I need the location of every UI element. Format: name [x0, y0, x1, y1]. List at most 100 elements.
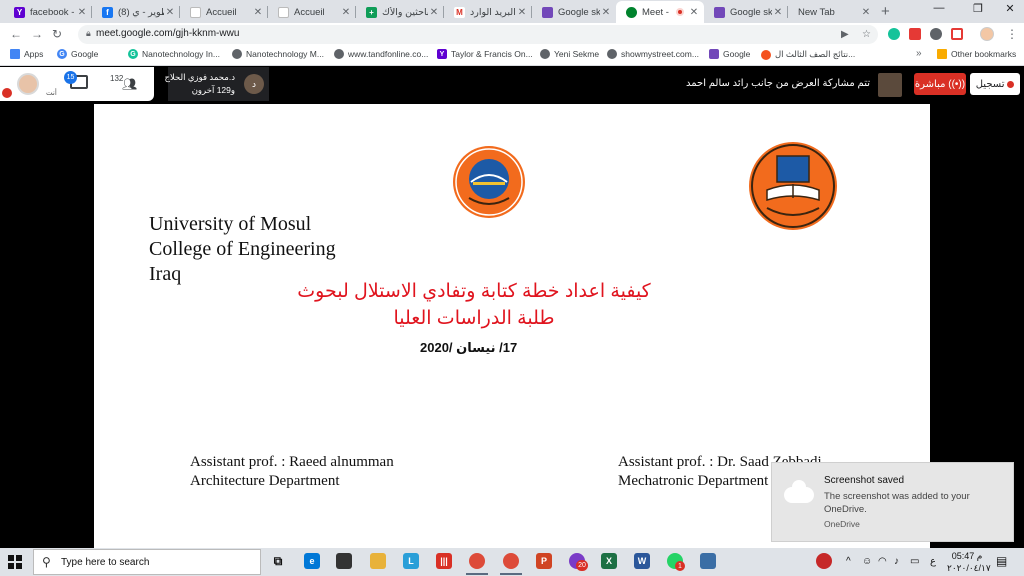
close-icon[interactable]: ✕	[772, 7, 784, 18]
close-icon[interactable]: ✕	[340, 7, 352, 18]
close-icon[interactable]: ✕	[428, 7, 440, 18]
people-tray-icon[interactable]: ☺	[862, 556, 872, 567]
toast-source: OneDrive	[824, 519, 860, 529]
store-icon[interactable]	[336, 553, 352, 569]
tab-title: Accueil	[294, 6, 325, 18]
windows-start-icon[interactable]	[8, 555, 22, 569]
bookmark-taylor-francis[interactable]: Y Taylor & Francis On...	[437, 49, 533, 59]
tab-meet[interactable]: Meet - ✕	[616, 1, 704, 23]
forms-icon	[714, 6, 725, 18]
new-tab-plus-icon[interactable]: +	[881, 3, 890, 20]
excel-icon[interactable]: X	[601, 553, 617, 569]
mic-off-icon[interactable]	[2, 88, 12, 98]
toolbar: ← → ↻ 🔒︎ meet.google.com/gjh-kknm-wwu ▶ …	[0, 23, 1024, 46]
close-icon[interactable]: ✕	[688, 7, 700, 18]
tab-accueil-2[interactable]: Accueil ✕	[268, 1, 356, 23]
camera-icon[interactable]: ▶	[841, 29, 849, 40]
results-icon	[761, 49, 771, 60]
bookmark-results[interactable]: نتائج الصف الثالث ال...	[761, 49, 855, 60]
tab-facebook[interactable]: f (8) تطوير - ي ✕	[92, 1, 180, 23]
forward-arrow-icon[interactable]: →	[31, 27, 43, 41]
search-icon: ⚲	[42, 555, 51, 569]
minimize-icon[interactable]: —	[919, 2, 959, 14]
word-icon[interactable]: W	[634, 553, 650, 569]
sheets-icon: +	[366, 6, 377, 18]
close-icon[interactable]: ✕	[252, 7, 264, 18]
bookmark-other[interactable]: Other bookmarks	[937, 49, 1016, 59]
tray-chevron-icon[interactable]: ^	[846, 556, 851, 567]
battery-icon[interactable]: ▭	[910, 556, 919, 567]
bookmark-apps[interactable]: Apps	[10, 49, 43, 59]
meet-top-bar: أنت 15 132 👥︎ د.محمد فوزي الحلاج و129 آخ…	[0, 67, 1024, 103]
presenter-tile[interactable]: د.محمد فوزي الحلاج و129 آخرون د	[165, 67, 269, 101]
tab-google-sketch-2[interactable]: Google sket ✕	[704, 1, 788, 23]
close-icon[interactable]: ✕	[76, 7, 88, 18]
extension-circle-icon[interactable]	[930, 28, 942, 40]
l-app-icon[interactable]: L	[403, 553, 419, 569]
edge-icon[interactable]: e	[304, 553, 320, 569]
tab-yahoo-facebook[interactable]: Y facebook - Y ✕	[4, 1, 92, 23]
language-indicator[interactable]: ع	[930, 556, 936, 567]
menu-dots-icon[interactable]: ⋮	[1006, 27, 1018, 41]
photos-icon[interactable]	[700, 553, 716, 569]
college-engineering-logo	[453, 146, 525, 218]
forms-icon	[542, 6, 553, 18]
tab-title: الباحثين والأك	[382, 6, 428, 18]
tray-app-icon[interactable]	[816, 553, 832, 569]
folder-icon	[937, 49, 947, 59]
taskbar-search[interactable]: ⚲ Type here to search	[33, 549, 261, 575]
window-close-icon[interactable]: ✕	[990, 2, 1024, 15]
record-button[interactable]: تسجيل	[970, 73, 1020, 95]
bookmark-google-forms[interactable]: Google	[709, 49, 750, 59]
whatsapp-badge: 1	[675, 561, 685, 571]
self-avatar[interactable]	[17, 73, 39, 95]
onedrive-toast[interactable]: Screenshot saved The screenshot was adde…	[771, 462, 1014, 542]
extension-m-icon[interactable]	[909, 28, 921, 40]
tab-gmail[interactable]: M البريد الوارد ✕	[444, 1, 532, 23]
file-explorer-icon[interactable]	[370, 553, 386, 569]
bookmark-nano-in[interactable]: G Nanotechnology In...	[128, 49, 220, 59]
tab-sheets[interactable]: + الباحثين والأك ✕	[356, 1, 444, 23]
reload-icon[interactable]: ↻	[52, 27, 62, 41]
tab-new-tab[interactable]: New Tab ✕	[788, 1, 876, 23]
bookmark-yeni-sekme[interactable]: Yeni Sekme	[540, 49, 599, 59]
volume-icon[interactable]: ♪	[894, 556, 899, 567]
back-arrow-icon[interactable]: ←	[10, 27, 22, 41]
grammarly-icon[interactable]	[888, 28, 900, 40]
task-view-icon[interactable]: ⧉	[270, 553, 286, 569]
slide-date: 17/ نيسان /2020	[420, 340, 518, 355]
profile-avatar[interactable]	[980, 27, 994, 41]
screen: Y facebook - Y ✕ f (8) تطوير - ي ✕ Accue…	[0, 0, 1024, 576]
powerpoint-icon[interactable]: P	[536, 553, 552, 569]
tab-google-sketch-1[interactable]: Google sket ✕	[532, 1, 616, 23]
chrome-icon[interactable]	[469, 553, 485, 569]
more-bookmarks-icon[interactable]: »	[916, 48, 922, 59]
url-text[interactable]: meet.google.com/gjh-kknm-wwu	[96, 28, 239, 39]
close-icon[interactable]: ✕	[516, 7, 528, 18]
bookmark-showmystreet[interactable]: showmystreet.com...	[607, 49, 699, 59]
bookmark-nano-m[interactable]: Nanotechnology M...	[232, 49, 324, 59]
star-icon[interactable]: ☆	[862, 29, 871, 40]
close-icon[interactable]: ✕	[164, 7, 176, 18]
yahoo-icon: Y	[14, 6, 25, 18]
action-center-icon[interactable]: ▤	[996, 554, 1007, 568]
tab-title: (8) تطوير - ي	[118, 6, 164, 18]
bookmark-google[interactable]: G Google	[57, 49, 98, 59]
app-red-icon[interactable]: |||	[436, 553, 452, 569]
bookmark-tandfonline[interactable]: www.tandfonline.co...	[334, 49, 428, 59]
close-icon[interactable]: ✕	[600, 7, 612, 18]
forms-icon	[709, 49, 719, 59]
tab-title: Google sket	[730, 6, 772, 18]
people-icon[interactable]: 👥︎	[122, 77, 137, 91]
presenter-left-title: Assistant prof. : Raeed alnumman	[190, 454, 394, 470]
record-dot-icon	[1007, 80, 1015, 88]
globe-icon	[232, 49, 242, 59]
address-bar[interactable]: 🔒︎ meet.google.com/gjh-kknm-wwu ▶ ☆	[78, 25, 878, 44]
extension-shield-icon[interactable]	[951, 28, 963, 40]
chrome-profile-icon[interactable]	[503, 553, 519, 569]
tab-accueil-1[interactable]: Accueil ✕	[180, 1, 268, 23]
live-stream-button[interactable]: مباشرة ((•))	[914, 73, 966, 95]
system-clock[interactable]: 05:47 م ٢٠٢٠/٠٤/١٧	[947, 550, 991, 574]
wifi-icon[interactable]: ◠	[878, 556, 887, 567]
close-icon[interactable]: ✕	[860, 7, 872, 18]
